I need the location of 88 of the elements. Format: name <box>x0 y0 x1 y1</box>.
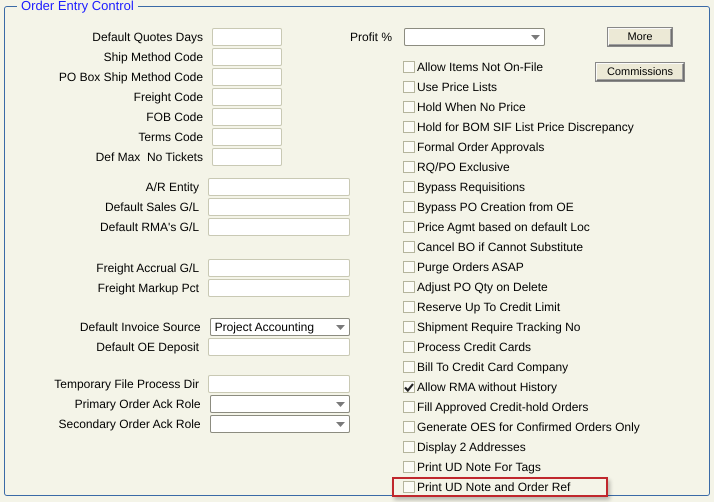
option-label: Adjust PO Qty on Delete <box>417 279 548 296</box>
field-label: Terms Code <box>137 129 203 146</box>
option-label: Bypass Requisitions <box>417 179 526 196</box>
input-field[interactable] <box>208 198 350 216</box>
checkbox[interactable] <box>403 321 415 333</box>
option-label: Shipment Require Tracking No <box>417 319 580 336</box>
dropdown-arrow-icon <box>336 324 345 330</box>
checkbox[interactable] <box>403 421 415 433</box>
input-field[interactable] <box>212 28 282 46</box>
dropdown-arrow-icon <box>336 422 345 426</box>
option-label: Hold When No Price <box>417 99 526 116</box>
input-field[interactable] <box>212 68 282 86</box>
input-field[interactable] <box>208 178 350 196</box>
input-field[interactable] <box>208 375 350 393</box>
option-label: Purge Orders ASAP <box>417 259 524 276</box>
checkbox[interactable] <box>403 101 415 113</box>
dropdown-arrow-icon <box>336 402 345 406</box>
option-label: Use Price Lists <box>417 79 498 96</box>
checkbox[interactable] <box>403 401 415 413</box>
checkbox[interactable] <box>403 181 415 193</box>
field-label: A/R Entity <box>144 179 199 196</box>
input-field[interactable] <box>212 108 282 126</box>
checkbox[interactable] <box>403 301 415 313</box>
field-label: Default RMA's G/L <box>99 219 199 236</box>
checkbox[interactable] <box>403 221 415 233</box>
checkbox[interactable] <box>403 381 415 393</box>
input-field[interactable] <box>208 338 350 356</box>
option-label: Allow Items Not On-File <box>417 59 544 76</box>
option-label: Generate OES for Confirmed Orders Only <box>417 419 640 436</box>
field-label: Default OE Deposit <box>95 339 199 356</box>
option-label: Price Agmt based on default Loc <box>417 219 590 236</box>
field-label: Secondary Order Ack Role <box>58 416 201 433</box>
field-label: Profit % <box>350 29 394 46</box>
dropdown-field[interactable] <box>404 28 545 46</box>
input-field[interactable] <box>208 279 350 297</box>
option-label: Fill Approved Credit-hold Orders <box>417 399 588 416</box>
input-field[interactable] <box>208 218 350 236</box>
option-label: Print UD Note and Order Ref <box>417 479 570 496</box>
field-label: Default Quotes Days <box>91 29 203 46</box>
option-label: Hold for BOM SIF List Price Discrepancy <box>417 119 634 136</box>
dropdown-arrow-icon <box>531 34 540 40</box>
input-field[interactable] <box>212 88 282 106</box>
checkbox[interactable] <box>403 281 415 293</box>
option-label: Print UD Note For Tags <box>417 459 541 476</box>
checkbox[interactable] <box>403 121 415 133</box>
commissions-button[interactable]: Commissions <box>596 63 684 81</box>
checkbox[interactable] <box>403 441 415 453</box>
input-field[interactable] <box>212 128 282 146</box>
field-label: Ship Method Code <box>102 49 203 66</box>
field-label: Freight Accrual G/L <box>95 260 199 277</box>
panel-title: Order Entry Control <box>17 0 138 14</box>
checkbox[interactable] <box>403 241 415 253</box>
field-label: Freight Markup Pct <box>96 280 199 297</box>
dropdown-field[interactable] <box>210 415 350 433</box>
field-label: FOB Code <box>145 109 203 126</box>
field-label: Primary Order Ack Role <box>74 396 201 413</box>
option-label: Bill To Credit Card Company <box>417 359 568 376</box>
option-label: Reserve Up To Credit Limit <box>417 299 560 316</box>
dropdown-field[interactable]: Project Accounting <box>210 318 350 336</box>
option-label: Allow RMA without History <box>417 379 558 396</box>
field-label: PO Box Ship Method Code <box>58 69 203 86</box>
checkbox[interactable] <box>403 461 415 473</box>
checkbox[interactable] <box>403 81 415 93</box>
option-label: Cancel BO if Cannot Substitute <box>417 239 584 256</box>
field-label: Default Invoice Source <box>78 319 201 336</box>
field-label: Def Max No Tickets <box>94 149 203 166</box>
more-button[interactable]: More <box>608 28 672 46</box>
option-label: Formal Order Approvals <box>417 139 544 156</box>
option-label: RQ/PO Exclusive <box>417 159 510 176</box>
input-field[interactable] <box>212 48 282 66</box>
checkbox[interactable] <box>403 341 415 353</box>
checkbox[interactable] <box>403 201 415 213</box>
checkbox[interactable] <box>403 141 415 153</box>
field-label: Default Sales G/L <box>104 199 199 216</box>
dropdown-field[interactable] <box>210 395 350 413</box>
option-label: Process Credit Cards <box>417 339 532 356</box>
checkbox[interactable] <box>403 361 415 373</box>
checkbox[interactable] <box>403 481 415 493</box>
field-label: Temporary File Process Dir <box>53 376 199 393</box>
input-field[interactable] <box>212 148 282 166</box>
option-label: Bypass PO Creation from OE <box>417 199 574 216</box>
input-field[interactable] <box>208 259 350 277</box>
option-label: Display 2 Addresses <box>417 439 526 456</box>
field-label: Freight Code <box>132 89 203 106</box>
checkbox[interactable] <box>403 61 415 73</box>
checkbox[interactable] <box>403 161 415 173</box>
checkmark-icon <box>404 382 414 392</box>
checkbox[interactable] <box>403 261 415 273</box>
